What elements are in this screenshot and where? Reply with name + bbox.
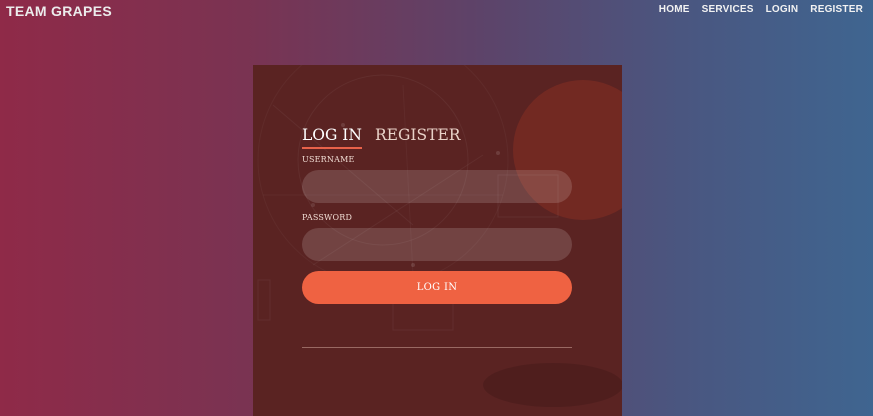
nav-login[interactable]: LOGIN [766, 4, 799, 15]
auth-tabs: LOG IN REGISTER [302, 126, 460, 149]
form-divider [302, 347, 572, 348]
nav-home[interactable]: HOME [659, 4, 690, 15]
nav-register[interactable]: REGISTER [810, 4, 863, 15]
brand-logo[interactable]: TEAM GRAPES [6, 3, 112, 19]
tab-login[interactable]: LOG IN [302, 126, 362, 149]
nav-services[interactable]: SERVICES [702, 4, 754, 15]
password-label: PASSWORD [302, 213, 353, 222]
login-button[interactable]: LOG IN [302, 271, 572, 304]
login-card: LOG IN REGISTER USERNAME PASSWORD LOG IN [253, 65, 622, 416]
tab-register[interactable]: REGISTER [375, 126, 460, 149]
username-input[interactable] [302, 170, 572, 203]
top-nav: HOME SERVICES LOGIN REGISTER [659, 4, 863, 15]
username-label: USERNAME [302, 155, 355, 164]
password-input[interactable] [302, 228, 572, 261]
